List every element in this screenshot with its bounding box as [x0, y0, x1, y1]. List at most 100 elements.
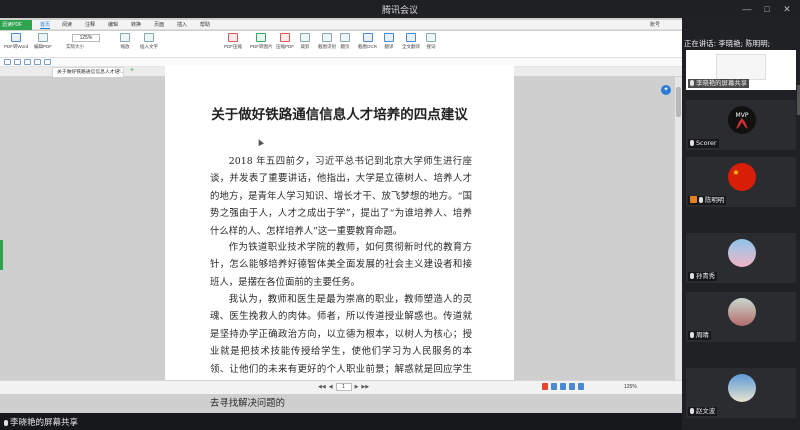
search-word-button[interactable]: 搜词	[426, 33, 436, 50]
assistant-button[interactable]: ✦	[661, 85, 671, 95]
tab-read[interactable]: 阅读	[62, 21, 72, 28]
tab-edit[interactable]: 编辑	[108, 21, 118, 28]
close-button[interactable]: ✕	[780, 2, 794, 16]
china-flag-avatar: ★	[728, 163, 756, 191]
tool-label: 翻译	[384, 44, 394, 49]
prev-page-button[interactable]: ◀	[329, 384, 333, 390]
tool-label: 截图识别	[318, 44, 336, 49]
settings-icon[interactable]	[578, 383, 584, 390]
tab-help[interactable]: 帮助	[200, 21, 210, 28]
pdf-to-image-button[interactable]: PDF转图片	[250, 33, 273, 50]
app-logo: 迅读PDF	[0, 20, 32, 30]
bottom-bar: 李晓艳的屏幕共享	[0, 413, 682, 430]
participant-tile-scorer[interactable]: MVP Scorer	[686, 100, 796, 150]
zoom-button[interactable]: 缩放	[120, 33, 130, 50]
translate-icon	[384, 33, 394, 42]
participant-name-text: 李晓艳的屏幕共享	[696, 79, 748, 87]
scrollbar-thumb[interactable]	[676, 87, 681, 117]
print-icon[interactable]	[24, 59, 31, 65]
page-navigator: ◀◀ ◀ 1 ▶ ▶▶	[318, 383, 369, 391]
open-icon[interactable]	[4, 59, 11, 65]
tab-convert[interactable]: 转换	[131, 21, 141, 28]
mic-icon	[690, 273, 694, 279]
paragraph-1: 2018 年五四前夕，习近平总书记到北京大学师生进行座谈，并发表了重要讲话，他指…	[210, 156, 472, 237]
participant-tile-zhou[interactable]: 周晴	[686, 292, 796, 342]
tab-home[interactable]: 首页	[40, 21, 51, 29]
pdf-compress-button[interactable]: PDF压缩	[224, 33, 242, 50]
side-handle[interactable]	[0, 240, 3, 270]
close-tab-icon[interactable]: ×	[118, 68, 121, 74]
document-tab[interactable]: 关于做好铁路通信信息人才培...	[52, 67, 124, 77]
mic-icon	[690, 80, 694, 86]
screenshot-ocr-button[interactable]: 截图识别	[318, 33, 336, 50]
participant-tile-sun[interactable]: 孙青秀	[686, 233, 796, 283]
full-translate-button[interactable]: 全文翻译	[402, 33, 420, 50]
participant-tile-zhao[interactable]: 赵文波	[686, 368, 796, 418]
tool-label: PDF压缩	[224, 44, 242, 49]
mic-icon	[699, 197, 703, 203]
redo-icon[interactable]	[44, 59, 51, 65]
mic-status-icon[interactable]	[560, 383, 566, 390]
mvp-logo-avatar: MVP	[728, 106, 756, 134]
tool-label: 编辑PDF	[34, 44, 52, 49]
zoom-select[interactable]: 125%	[72, 34, 100, 42]
tab-insert[interactable]: 插入	[177, 21, 187, 28]
tool-label: 压缩PDF	[276, 44, 294, 49]
participant-name-text: Scorer	[696, 139, 717, 147]
save-icon[interactable]	[14, 59, 21, 65]
sky-photo-avatar	[728, 374, 756, 402]
page-number-input[interactable]: 1	[335, 383, 352, 391]
document-page: 关于做好铁路通信信息人才培养的四点建议 2018 年五四前夕，习近平总书记到北京…	[165, 65, 514, 409]
participant-tile-share[interactable]: 李晓艳的屏幕共享	[686, 50, 796, 90]
actual-size-button[interactable]: 实际大小	[66, 44, 84, 50]
translate-button[interactable]: 翻译	[384, 33, 394, 50]
minimize-button[interactable]: —	[740, 2, 754, 16]
document-title: 关于做好铁路通信信息人才培养的四点建议	[211, 107, 468, 123]
tool-label: 实际大小	[66, 44, 84, 49]
participant-name-text: 周晴	[696, 331, 709, 339]
participant-name-text: 赵文波	[696, 407, 716, 415]
ime-icon[interactable]	[542, 383, 548, 390]
search-word-icon	[426, 33, 436, 42]
participant-tile-chen[interactable]: ★ 陈明明	[686, 157, 796, 207]
mic-icon	[690, 408, 694, 414]
undo-icon[interactable]	[34, 59, 41, 65]
add-tab-icon[interactable]: +	[130, 67, 134, 74]
next-page-button[interactable]: ▶	[355, 384, 359, 390]
crop-button[interactable]: 裁剪	[300, 33, 310, 50]
status-icons	[542, 383, 584, 390]
tool-label: 插入文字	[140, 44, 158, 49]
speaking-indicator: 正在讲话: 李晓艳; 陈明明;	[684, 39, 771, 48]
insert-text-button[interactable]: 插入文字	[140, 33, 158, 50]
pdf-to-word-button[interactable]: PDF转Word	[4, 33, 28, 50]
mic-icon	[690, 332, 694, 338]
maximize-button[interactable]: □	[760, 2, 774, 16]
tab-page[interactable]: 页面	[154, 21, 164, 28]
tool-label: 裁剪	[300, 44, 310, 49]
status-bar: ◀◀ ◀ 1 ▶ ▶▶ 125%	[0, 380, 682, 394]
zoom-status[interactable]: 125%	[624, 384, 637, 390]
svg-text:★: ★	[732, 168, 739, 177]
title-bar: 腾讯会议 — □ ✕	[0, 0, 800, 18]
flip-button[interactable]: 翻页	[340, 33, 350, 50]
ocr-icon	[362, 33, 373, 42]
compress-pdf-button[interactable]: 压缩PDF	[276, 33, 294, 50]
tool-label: PDF转图片	[250, 44, 273, 49]
ribbon-toolbar: PDF转Word 编辑PDF 125% 实际大小 缩放 插入文字 PDF压缩 P…	[0, 31, 682, 58]
first-page-button[interactable]: ◀◀	[318, 384, 326, 390]
keyboard-icon[interactable]	[569, 383, 575, 390]
ribbon-tab-bar: 迅读PDF 首页 阅读 注释 编辑 转换 页面 插入 帮助 账号	[0, 20, 682, 30]
edit-pdf-button[interactable]: 编辑PDF	[34, 33, 52, 50]
flip-icon	[340, 33, 350, 42]
vertical-scrollbar[interactable]	[675, 77, 682, 382]
mic-icon	[4, 420, 8, 426]
tab-annotate[interactable]: 注释	[85, 21, 95, 28]
view-icon[interactable]	[551, 383, 557, 390]
image-icon	[256, 33, 267, 42]
last-page-button[interactable]: ▶▶	[361, 384, 369, 390]
account-link[interactable]: 账号	[650, 21, 660, 28]
meeting-window: 腾讯会议 — □ ✕ 迅读PDF 首页 阅读 注释 编辑 转换 页面 插入 帮助…	[0, 0, 800, 430]
participant-name-text: 孙青秀	[696, 272, 716, 280]
ocr-button[interactable]: 截图OCR	[358, 33, 377, 50]
zoom-icon	[120, 33, 130, 42]
